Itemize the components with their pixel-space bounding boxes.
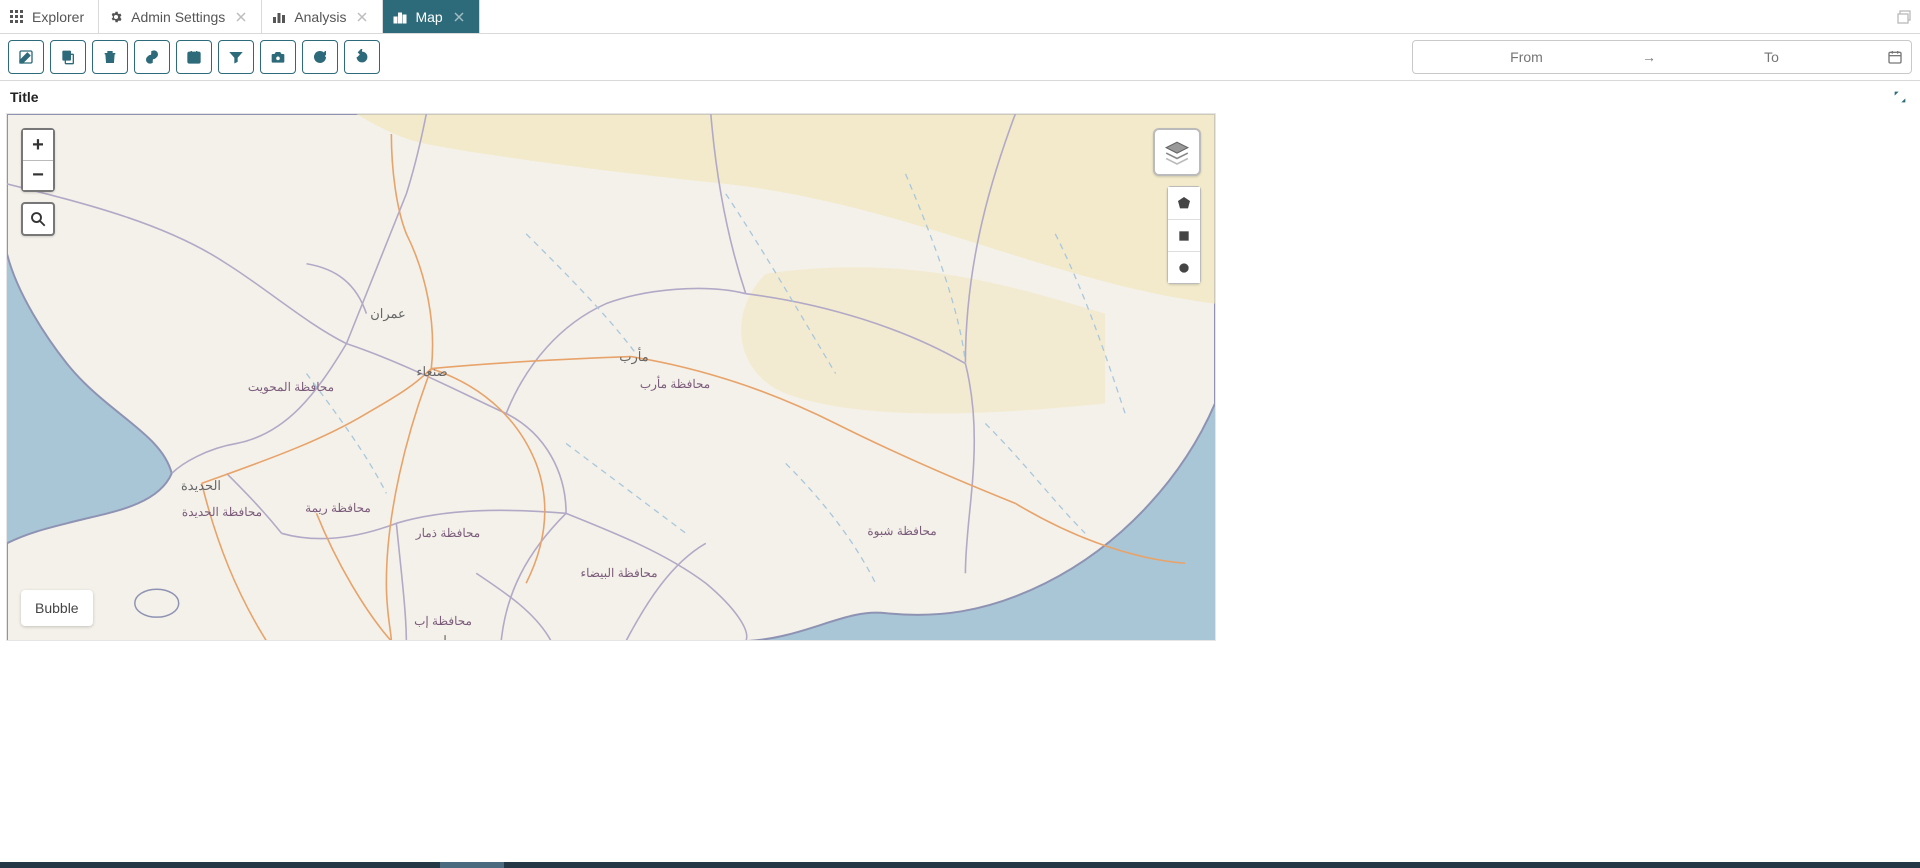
date-to-input[interactable]	[1666, 49, 1877, 65]
zoom-controls: + −	[21, 128, 55, 192]
copy-button[interactable]	[50, 40, 86, 74]
camera-button[interactable]	[260, 40, 296, 74]
close-icon[interactable]	[356, 11, 368, 23]
refresh-button[interactable]	[302, 40, 338, 74]
edit-button[interactable]	[8, 40, 44, 74]
tab-map[interactable]: Map	[383, 0, 479, 33]
footer-bar	[0, 862, 1920, 868]
draw-rectangle-button[interactable]	[1168, 219, 1200, 251]
grid-icon	[10, 10, 24, 24]
window-restore-icon[interactable]	[1888, 0, 1920, 33]
link-button[interactable]	[134, 40, 170, 74]
layers-button[interactable]	[1153, 128, 1201, 176]
calendar-button[interactable]	[176, 40, 212, 74]
date-from-input[interactable]	[1421, 49, 1632, 65]
tab-explorer[interactable]: Explorer	[0, 0, 99, 33]
tab-label: Admin Settings	[131, 9, 225, 25]
draw-polygon-button[interactable]	[1168, 187, 1200, 219]
close-icon[interactable]	[453, 11, 465, 23]
arrow-right-icon: →	[1642, 49, 1656, 65]
expand-button[interactable]	[1890, 87, 1910, 107]
content-header: Title	[0, 81, 1920, 113]
filter-button[interactable]	[218, 40, 254, 74]
bar-chart-icon	[272, 10, 286, 24]
calendar-icon[interactable]	[1887, 49, 1903, 65]
tab-analysis[interactable]: Analysis	[262, 0, 383, 33]
map-canvas[interactable]: عمرانصنعاءمأربمحافظة مأربمحافظة المحويتا…	[6, 113, 1216, 641]
map-search-button[interactable]	[21, 202, 55, 236]
legend-chip[interactable]: Bubble	[21, 590, 93, 626]
tab-label: Map	[415, 9, 442, 25]
zoom-out-button[interactable]: −	[23, 160, 53, 190]
legend-label: Bubble	[35, 600, 79, 616]
draw-tools	[1167, 186, 1201, 284]
redo-button[interactable]	[344, 40, 380, 74]
bar-chart-icon	[393, 10, 407, 24]
tab-admin-settings[interactable]: Admin Settings	[99, 0, 262, 33]
tab-label: Analysis	[294, 9, 346, 25]
delete-button[interactable]	[92, 40, 128, 74]
zoom-in-button[interactable]: +	[23, 130, 53, 160]
tab-strip: Explorer Admin Settings Analysis Map	[0, 0, 1920, 34]
date-range: →	[1412, 40, 1912, 74]
basemap-svg	[7, 114, 1215, 641]
map-wrapper: عمرانصنعاءمأربمحافظة مأربمحافظة المحويتا…	[6, 113, 1914, 641]
toolbar: →	[0, 34, 1920, 81]
close-icon[interactable]	[235, 11, 247, 23]
page-title: Title	[10, 89, 1890, 105]
gear-icon	[109, 10, 123, 24]
draw-circle-button[interactable]	[1168, 251, 1200, 283]
tab-label: Explorer	[32, 9, 84, 25]
